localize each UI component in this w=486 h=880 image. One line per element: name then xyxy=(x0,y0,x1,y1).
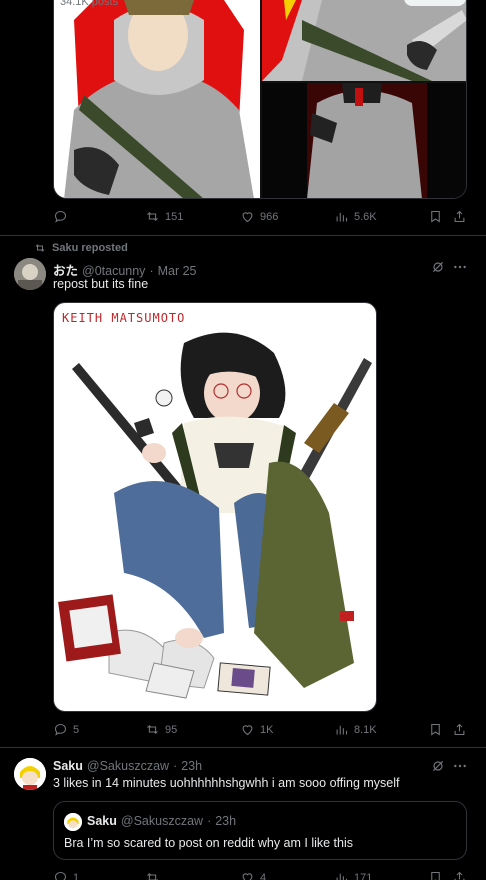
tweet1-image-3[interactable] xyxy=(262,83,466,198)
post-count: 34.1K posts xyxy=(60,0,119,8)
tweet2-like-button[interactable]: 1K xyxy=(240,722,273,737)
grok-button[interactable] xyxy=(430,758,446,779)
repost-count: 151 xyxy=(165,210,184,223)
tweet1-reply-button[interactable] xyxy=(53,209,73,224)
reply-icon xyxy=(54,210,67,223)
quote-tweet[interactable]: Saku @Sakuszczaw · 23h Bra I’m so scared… xyxy=(53,801,467,860)
avatar[interactable] xyxy=(14,758,46,790)
reply-icon xyxy=(54,723,67,736)
tweet-date[interactable]: 23h xyxy=(181,759,202,773)
reply-icon xyxy=(54,871,67,880)
like-icon xyxy=(242,212,253,223)
repost-small-icon xyxy=(35,244,45,252)
more-button[interactable] xyxy=(452,259,468,280)
views-count: 171 xyxy=(354,871,373,880)
tweet1-share-button[interactable] xyxy=(452,209,467,224)
views-icon xyxy=(336,725,348,735)
tweet-text: 3 likes in 14 minutes uohhhhhhshgwhh i a… xyxy=(53,776,400,790)
bookmark-icon xyxy=(431,871,440,880)
like-count: 1K xyxy=(260,723,274,736)
tweet-date[interactable]: Mar 25 xyxy=(158,264,197,278)
repost-count: 95 xyxy=(165,723,178,736)
like-icon xyxy=(242,725,253,736)
more-icon xyxy=(454,265,466,269)
tweet3-header: Saku @Sakuszczaw · 23h xyxy=(53,759,203,773)
tweet3-share-button[interactable] xyxy=(452,870,467,880)
views-icon xyxy=(336,212,348,222)
like-count: 4 xyxy=(260,871,267,880)
tweet3-like-button[interactable]: 4 xyxy=(240,870,266,880)
author-handle[interactable]: @Sakuszczaw xyxy=(87,759,169,773)
divider xyxy=(0,235,486,236)
tweet2-image[interactable]: KEITH MATSUMOTO xyxy=(53,302,377,712)
more-button[interactable] xyxy=(452,758,468,779)
tweet1-image-2[interactable] xyxy=(262,0,466,81)
tweet3-repost-button[interactable] xyxy=(145,870,160,880)
tweet3-reply-button[interactable]: 1 xyxy=(53,870,79,880)
repost-icon xyxy=(147,724,158,735)
reply-count: 5 xyxy=(73,723,80,736)
author-handle[interactable]: @0tacunny xyxy=(82,264,145,278)
quote-avatar xyxy=(64,813,82,831)
author-name[interactable]: Saku xyxy=(53,759,83,773)
views-count: 5.6K xyxy=(354,210,377,223)
tweet-text: repost but its fine xyxy=(53,277,149,291)
tweet2-bookmark-button[interactable] xyxy=(428,722,443,737)
tweet2-views-button[interactable]: 8.1K xyxy=(334,722,377,737)
quote-text: Bra I’m so scared to post on reddit why … xyxy=(64,836,354,850)
views-icon xyxy=(336,873,348,880)
grok-icon xyxy=(432,760,444,772)
tweet3-bookmark-button[interactable] xyxy=(428,870,443,880)
tweet1-like-button[interactable]: 966 xyxy=(240,209,278,224)
grok-icon xyxy=(432,261,444,273)
like-count: 966 xyxy=(260,210,279,223)
tweet1-image-1[interactable] xyxy=(54,0,260,198)
quote-header: Saku @Sakuszczaw · 23h xyxy=(87,814,237,828)
quote-date: 23h xyxy=(215,814,237,828)
share-icon xyxy=(454,210,465,223)
follow-button[interactable] xyxy=(404,0,466,6)
divider xyxy=(0,747,486,748)
grok-button[interactable] xyxy=(430,259,446,280)
share-icon xyxy=(454,871,465,880)
tweet1-bookmark-button[interactable] xyxy=(428,209,443,224)
tweet1-media-grid[interactable] xyxy=(53,0,467,199)
tweet3-views-button[interactable]: 171 xyxy=(334,870,372,880)
quote-author-handle: @Sakuszczaw xyxy=(120,814,204,828)
reply-count: 1 xyxy=(73,871,80,880)
like-icon xyxy=(242,873,253,880)
repost-icon xyxy=(147,211,158,222)
quote-author-name: Saku xyxy=(87,814,117,828)
more-icon xyxy=(454,764,466,768)
avatar[interactable] xyxy=(14,258,46,290)
tweet2-reply-button[interactable]: 5 xyxy=(53,722,79,737)
tweet1-repost-button[interactable]: 151 xyxy=(145,209,183,224)
bookmark-icon xyxy=(431,723,440,736)
views-count: 8.1K xyxy=(354,723,377,736)
share-icon xyxy=(454,723,465,736)
bookmark-icon xyxy=(431,210,440,223)
repost-icon xyxy=(147,872,158,880)
tweet1-views-button[interactable]: 5.6K xyxy=(334,209,377,224)
repost-indicator[interactable]: Saku reposted xyxy=(34,242,128,254)
tweet2-repost-button[interactable]: 95 xyxy=(145,722,177,737)
repost-label: Saku reposted xyxy=(52,242,128,254)
tweet2-share-button[interactable] xyxy=(452,722,467,737)
